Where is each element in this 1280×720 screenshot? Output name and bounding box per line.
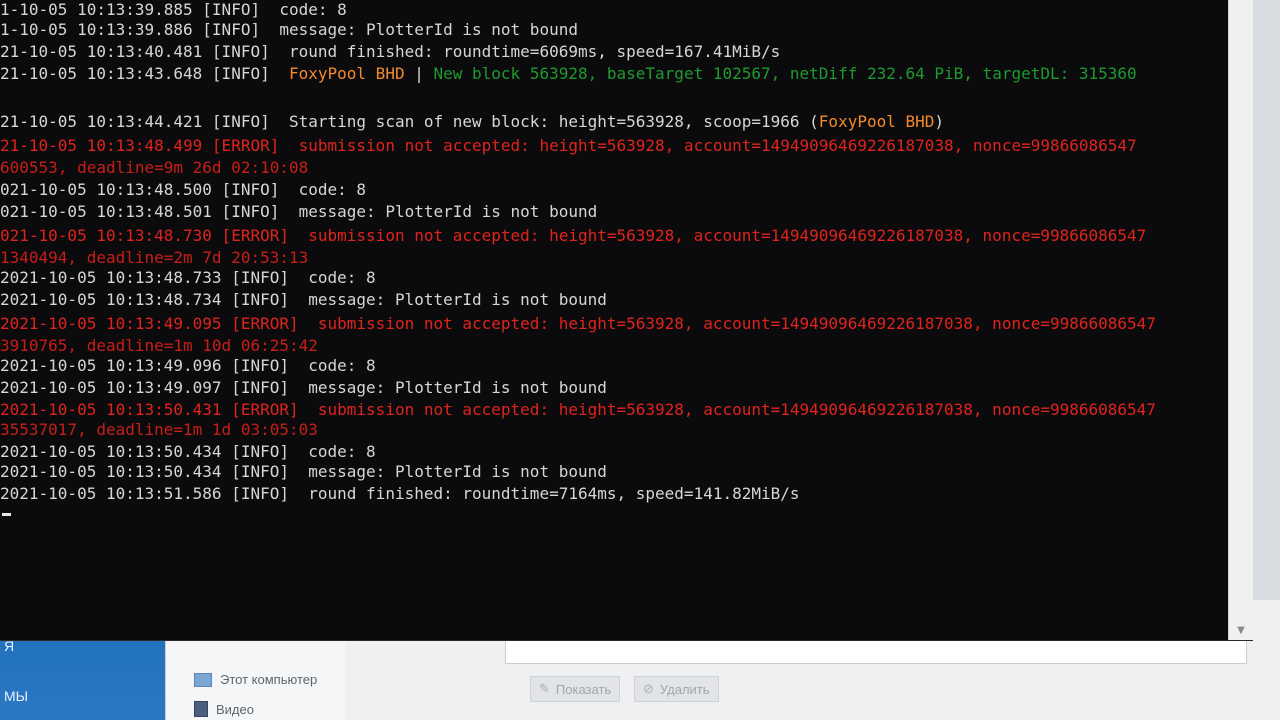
console-text-segment: 1-10-05 10:13:39.886 [INFO] message: Plo… [0,20,578,39]
console-text-segment: 021-10-05 10:13:48.730 [ERROR] submissio… [0,226,1147,245]
console-text-segment: 021-10-05 10:13:48.500 [INFO] code: 8 [0,180,367,199]
console-line: 21-10-05 10:13:44.421 [INFO] Starting sc… [0,112,1228,132]
console-line: 021-10-05 10:13:48.501 [INFO] message: P… [0,202,1228,222]
console-line: 2021-10-05 10:13:48.734 [INFO] message: … [0,290,1228,310]
console-line: 1-10-05 10:13:39.885 [INFO] code: 8 [0,0,1228,20]
console-text-segment: 21-10-05 10:13:48.499 [ERROR] submission… [0,136,1137,155]
console-line: 2021-10-05 10:13:49.095 [ERROR] submissi… [0,314,1228,334]
console-text-segment: 2021-10-05 10:13:51.586 [INFO] round fin… [0,484,800,503]
console-line: 2021-10-05 10:13:49.096 [INFO] code: 8 [0,356,1228,376]
computer-icon [194,672,212,687]
delete-button-label: Удалить [659,681,710,697]
console-text-segment: 600553, deadline=9m 26d 02:10:08 [0,158,309,177]
console-text-segment: FoxyPool BHD [818,112,935,131]
console-text-segment: 2021-10-05 10:13:49.096 [INFO] code: 8 [0,356,376,375]
console-line: 2021-10-05 10:13:51.586 [INFO] round fin… [0,484,1228,504]
console-text-segment: 21-10-05 10:13:44.421 [INFO] Starting sc… [0,112,819,131]
console-line: 2021-10-05 10:13:49.097 [INFO] message: … [0,378,1228,398]
nav-item-video[interactable]: Видео [194,701,254,717]
console-line: 021-10-05 10:13:48.500 [INFO] code: 8 [0,180,1228,200]
nav-item-this-computer[interactable]: Этот компьютер [194,672,317,687]
console-text-segment: 2021-10-05 10:13:49.095 [ERROR] submissi… [0,314,1156,333]
show-button[interactable]: ✎ Показать [530,676,621,702]
console-text-segment: 2021-10-05 10:13:50.431 [ERROR] submissi… [0,400,1156,419]
console-text-segment: 2021-10-05 10:13:49.097 [INFO] message: … [0,378,607,397]
console-text-segment: 2021-10-05 10:13:50.434 [INFO] code: 8 [0,442,376,461]
console-line: 2021-10-05 10:13:48.733 [INFO] code: 8 [0,268,1228,288]
console-line: 1-10-05 10:13:39.886 [INFO] message: Plo… [0,20,1228,40]
left-panel-text-fragment: МЫ [4,688,29,704]
console-text-segment: 1-10-05 10:13:39.885 [INFO] code: 8 [0,0,347,19]
console-line: 2021-10-05 10:13:50.434 [INFO] code: 8 [0,442,1228,462]
nav-item-label: Видео [216,701,254,717]
console-text-segment: 35537017, deadline=1m 1d 03:05:03 [0,420,318,439]
console-text-segment: 2021-10-05 10:13:48.733 [INFO] code: 8 [0,268,376,287]
console-line: 2021-10-05 10:13:50.434 [INFO] message: … [0,462,1228,482]
scroll-down-arrow-icon[interactable]: ▼ [1229,625,1253,636]
console-text-segment: ) [934,112,945,131]
console-output: 1-10-05 10:13:39.885 [INFO] code: 8 1-10-… [0,0,1228,640]
console-line: 21-10-05 10:13:43.648 [INFO] FoxyPool BH… [0,64,1228,84]
left-panel-text-fragment: Я [4,638,15,654]
video-folder-icon [194,701,208,717]
console-text-segment: 1340494, deadline=2m 7d 20:53:13 [0,248,309,267]
show-button-label: Показать [555,681,612,697]
console-line: 600553, deadline=9m 26d 02:10:08 [0,158,1228,178]
console-line: 35537017, deadline=1m 1d 03:05:03 [0,420,1228,440]
console-line: 21-10-05 10:13:40.481 [INFO] round finis… [0,42,1228,62]
console-text-segment: 21-10-05 10:13:40.481 [INFO] round finis… [0,42,781,61]
console-text-segment: New block 563928, baseTarget 102567, net… [433,64,1137,83]
delete-button[interactable]: ⊘ Удалить [634,676,719,702]
nav-item-label: Этот компьютер [220,672,318,687]
console-text-segment: | [404,64,434,83]
console-text-segment: 21-10-05 10:13:43.648 [INFO] [0,64,289,83]
console-line: 2021-10-05 10:13:50.431 [ERROR] submissi… [0,400,1228,420]
console-text-segment: 2021-10-05 10:13:50.434 [INFO] message: … [0,462,607,481]
pencil-icon: ✎ [539,681,550,696]
console-line: 21-10-05 10:13:48.499 [ERROR] submission… [0,136,1228,156]
delete-icon: ⊘ [643,681,654,696]
console-text-segment: 3910765, deadline=1m 10d 06:25:42 [0,336,318,355]
console-text-segment: 2021-10-05 10:13:48.734 [INFO] message: … [0,290,607,309]
console-scrollbar[interactable]: ▼ [1228,0,1253,640]
console-text-segment: 021-10-05 10:13:48.501 [INFO] message: P… [0,202,598,221]
console-window[interactable]: 1-10-05 10:13:39.885 [INFO] code: 8 1-10-… [0,0,1253,640]
console-line: 021-10-05 10:13:48.730 [ERROR] submissio… [0,226,1228,246]
console-text-segment: FoxyPool BHD [288,64,405,83]
text-cursor [2,513,11,516]
console-line: 1340494, deadline=2m 7d 20:53:13 [0,248,1228,268]
console-line: 3910765, deadline=1m 10d 06:25:42 [0,336,1228,356]
